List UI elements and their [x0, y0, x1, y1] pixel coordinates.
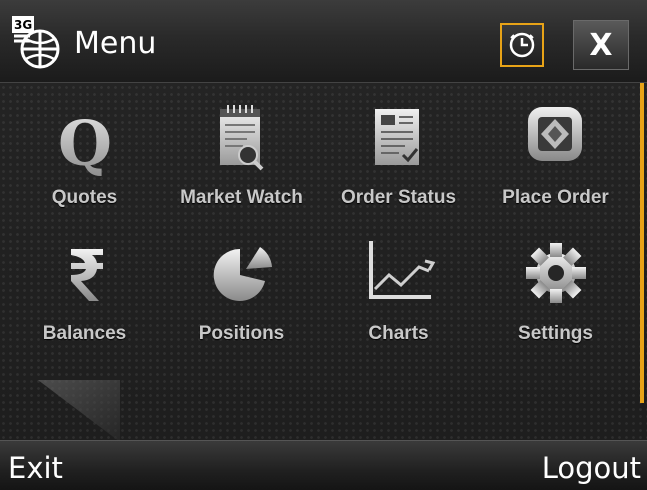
scroll-indicator[interactable] — [640, 83, 644, 403]
logout-softkey[interactable]: Logout — [542, 451, 641, 485]
menu-item-label: Place Order — [502, 187, 609, 208]
menu-item-label: Order Status — [340, 187, 457, 208]
line-chart-icon — [359, 235, 439, 315]
exit-softkey[interactable]: Exit — [8, 451, 63, 485]
gear-icon — [516, 235, 596, 315]
title-bar: 3G Menu X — [0, 0, 647, 83]
menu-item-label: Positions — [198, 323, 285, 344]
page-title: Menu — [74, 26, 157, 61]
rupee-icon — [45, 235, 125, 315]
clock-icon — [509, 32, 535, 58]
svg-text:Q: Q — [57, 107, 111, 179]
menu-item-quotes[interactable]: Q Quotes — [6, 95, 163, 231]
menu-screen: 3G Menu X Q Quotes Market Watch Order St… — [0, 0, 647, 490]
menu-item-positions[interactable]: Positions — [163, 231, 320, 367]
menu-item-label: Settings — [518, 323, 593, 344]
pie-chart-icon — [202, 235, 282, 315]
app-logo-icon: 3G — [10, 14, 68, 72]
network-badge: 3G — [14, 18, 32, 32]
softkey-bar: Exit Logout — [0, 440, 647, 490]
place-order-icon — [516, 99, 596, 179]
menu-item-label: Quotes — [51, 187, 118, 208]
market-watch-icon — [202, 99, 282, 179]
clock-button[interactable] — [500, 23, 544, 67]
order-status-icon — [359, 99, 439, 179]
menu-item-place-order[interactable]: Place Order — [477, 95, 634, 231]
menu-item-label: Market Watch — [180, 187, 303, 208]
menu-item-label: Balances — [42, 323, 127, 344]
menu-item-market-watch[interactable]: Market Watch — [163, 95, 320, 231]
menu-grid: Q Quotes Market Watch Order Status Place… — [6, 95, 634, 375]
close-button[interactable]: X — [573, 20, 629, 70]
decorative-corner-graphic — [38, 380, 120, 442]
menu-item-charts[interactable]: Charts — [320, 231, 477, 367]
menu-item-order-status[interactable]: Order Status — [320, 95, 477, 231]
menu-item-balances[interactable]: Balances — [6, 231, 163, 367]
quotes-icon: Q — [45, 99, 125, 179]
menu-item-settings[interactable]: Settings — [477, 231, 634, 367]
menu-item-label: Charts — [368, 323, 429, 344]
